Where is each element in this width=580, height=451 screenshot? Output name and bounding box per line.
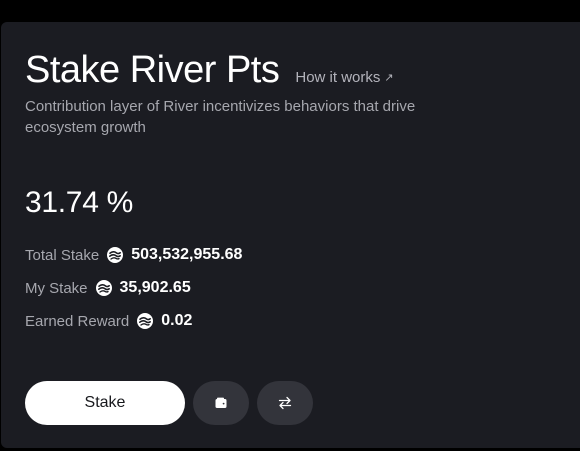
earned-reward-value: 0.02 xyxy=(161,312,193,329)
stake-button[interactable]: Stake xyxy=(25,381,185,425)
earned-reward-row: Earned Reward 0.02 xyxy=(25,312,192,330)
earned-reward-label: Earned Reward xyxy=(25,312,130,330)
river-token-icon xyxy=(107,247,124,263)
river-token-icon xyxy=(137,313,154,329)
river-token-icon xyxy=(95,280,112,296)
total-stake-label: Total Stake xyxy=(25,246,100,264)
wallet-icon xyxy=(215,397,227,408)
swap-arrows-icon xyxy=(278,396,292,410)
my-stake-row: My Stake 35,902.65 xyxy=(25,279,191,297)
total-stake-row: Total Stake 503,532,955.68 xyxy=(25,246,242,264)
stake-card: Stake River Pts How it works ↗ Contribut… xyxy=(1,22,580,448)
how-it-works-label: How it works xyxy=(295,69,381,86)
swap-button[interactable] xyxy=(257,381,313,425)
page-title: Stake River Pts xyxy=(25,49,280,91)
how-it-works-link[interactable]: How it works ↗ xyxy=(295,69,393,86)
my-stake-label: My Stake xyxy=(25,279,88,297)
apy-value: 31.74 % xyxy=(25,186,133,219)
wallet-button[interactable] xyxy=(193,381,249,425)
card-description: Contribution layer of River incentivizes… xyxy=(25,98,416,136)
card-header: Stake River Pts How it works ↗ xyxy=(25,48,394,92)
my-stake-value: 35,902.65 xyxy=(119,279,191,296)
total-stake-value: 503,532,955.68 xyxy=(131,246,243,263)
external-link-arrow-icon: ↗ xyxy=(384,72,394,84)
